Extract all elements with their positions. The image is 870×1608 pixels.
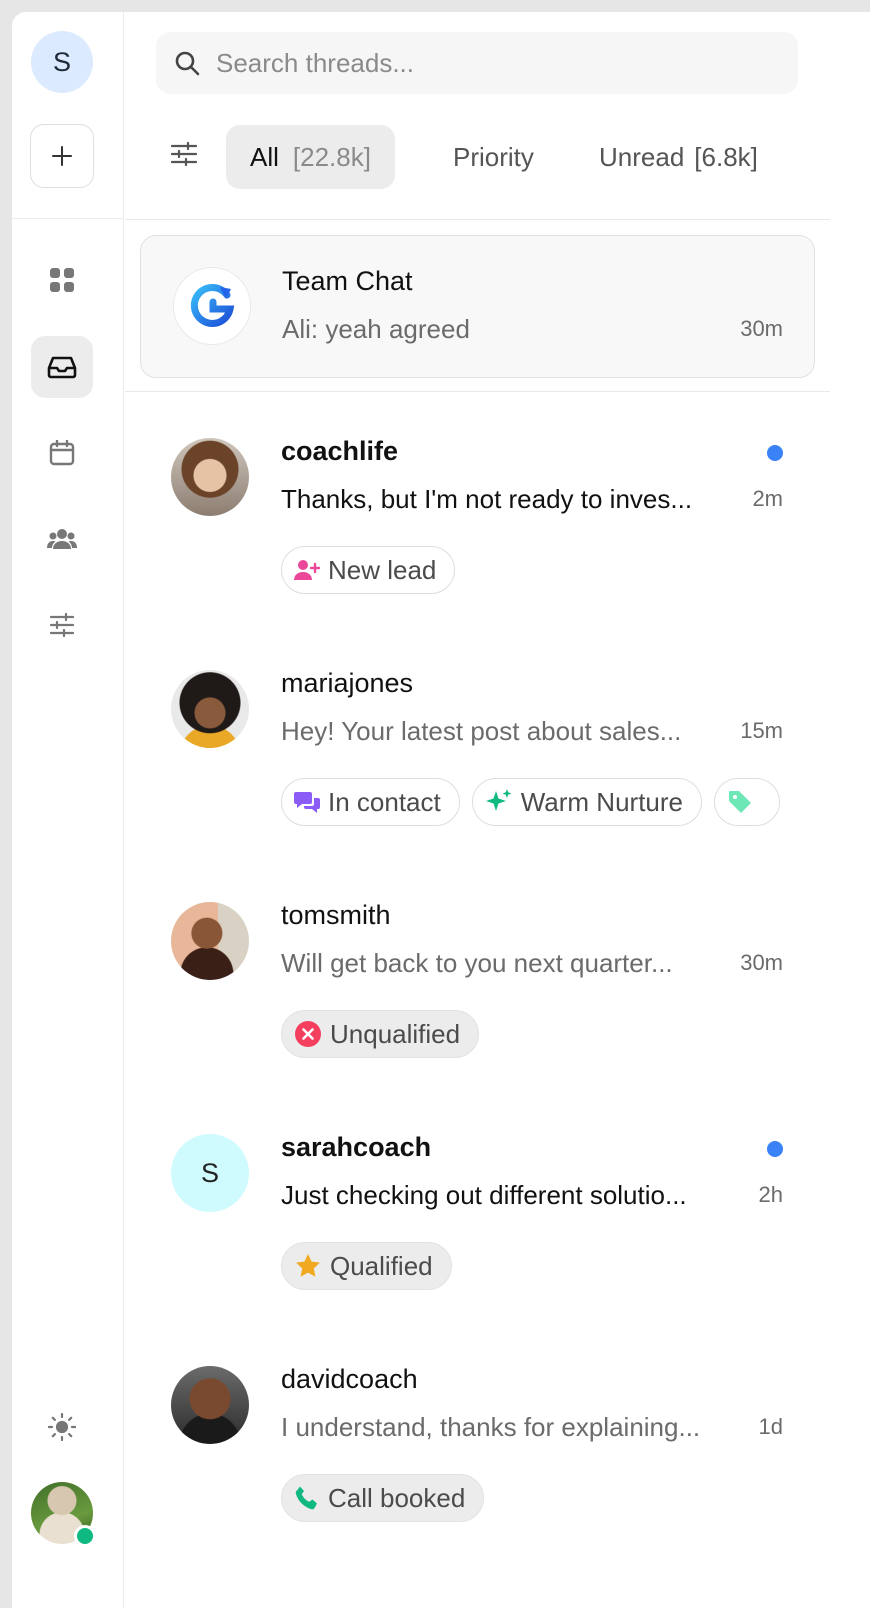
thread-name: mariajones bbox=[281, 668, 414, 698]
unread-dot bbox=[767, 445, 783, 461]
tag-unqualified[interactable]: Unqualified bbox=[281, 1010, 480, 1058]
thread-list-panel: All [22.8k] Priority Unread [6.8k] Team … bbox=[125, 12, 870, 1608]
rail-divider bbox=[12, 218, 124, 219]
thread-time: 1d bbox=[758, 1414, 783, 1439]
thread-name: coachlife bbox=[281, 436, 399, 466]
thread-name: davidcoach bbox=[281, 1364, 418, 1394]
workspace-avatar[interactable]: S bbox=[31, 31, 93, 93]
tag-warm-nurture[interactable]: Warm Nurture bbox=[471, 778, 703, 826]
search-icon bbox=[175, 51, 200, 76]
tag-label: Unqualified bbox=[330, 1018, 461, 1049]
chat-bubbles-icon bbox=[294, 792, 320, 813]
tab-unread-count: [6.8k] bbox=[694, 141, 758, 172]
thread-row[interactable]: mariajones Hey! Your latest post about s… bbox=[125, 624, 830, 856]
grid-icon bbox=[50, 268, 74, 292]
thread-time: 2m bbox=[752, 486, 783, 511]
inbox-icon bbox=[47, 356, 77, 379]
tab-unread[interactable]: Unread [6.8k] bbox=[575, 125, 782, 189]
tag-in-contact[interactable]: In contact bbox=[281, 778, 460, 826]
thread-preview: Thanks, but I'm not ready to inves... bbox=[281, 484, 693, 514]
tag-label: New lead bbox=[328, 554, 437, 585]
thread-time: 2h bbox=[758, 1182, 783, 1207]
tab-all-label: All bbox=[250, 141, 279, 172]
thread-name: sarahcoach bbox=[281, 1132, 432, 1162]
phone-icon bbox=[295, 1486, 317, 1510]
tag-qualified[interactable]: Qualified bbox=[281, 1242, 452, 1290]
user-avatar[interactable] bbox=[31, 1482, 96, 1547]
app-window: S Search threads... All [22.8k] Priority… bbox=[12, 12, 870, 1608]
thread-preview: I understand, thanks for explaining... bbox=[281, 1412, 701, 1442]
g-logo-icon bbox=[190, 283, 235, 327]
thread-time: 30m bbox=[740, 950, 783, 975]
tag-label: In contact bbox=[328, 786, 441, 817]
thread-row[interactable]: coachlife Thanks, but I'm not ready to i… bbox=[125, 392, 830, 624]
online-status-indicator bbox=[74, 1525, 96, 1547]
tag-list: Qualified bbox=[281, 1242, 783, 1292]
filter-sliders-icon bbox=[170, 141, 198, 167]
thread-time: 15m bbox=[740, 718, 783, 743]
thread-preview: Hey! Your latest post about sales... bbox=[281, 716, 682, 746]
team-chat-name: Team Chat bbox=[282, 266, 413, 296]
tag-list: New lead bbox=[281, 546, 783, 596]
thread-preview: Just checking out different solutio... bbox=[281, 1180, 687, 1210]
team-chat-last-message: Ali: yeah agreed bbox=[282, 314, 470, 344]
tag-label: Warm Nurture bbox=[520, 786, 684, 817]
x-circle-icon bbox=[295, 1021, 321, 1047]
settings-button[interactable] bbox=[31, 594, 93, 656]
inbox-button[interactable] bbox=[31, 336, 93, 398]
tag-list: Unqualified bbox=[281, 1010, 783, 1060]
thread-row[interactable]: S sarahcoach Just checking out different… bbox=[125, 1088, 830, 1320]
tabs-divider bbox=[125, 219, 830, 220]
filter-button[interactable] bbox=[170, 140, 204, 174]
sparkles-icon bbox=[485, 789, 512, 811]
tag-new-lead[interactable]: New lead bbox=[281, 546, 456, 594]
tab-all-count: [22.8k] bbox=[292, 141, 371, 172]
tab-all[interactable]: All [22.8k] bbox=[226, 125, 395, 189]
search-input[interactable] bbox=[216, 47, 776, 79]
avatar bbox=[171, 902, 249, 980]
calendar-button[interactable] bbox=[31, 422, 93, 484]
team-chat-card[interactable]: Team Chat Ali: yeah agreed 30m bbox=[140, 235, 815, 378]
thread-row[interactable]: davidcoach I understand, thanks for expl… bbox=[125, 1320, 830, 1552]
tag-label: Call booked bbox=[328, 1482, 466, 1513]
user-plus-icon bbox=[294, 560, 320, 580]
team-chat-logo bbox=[173, 267, 251, 345]
avatar bbox=[171, 438, 249, 516]
tag-icon bbox=[729, 791, 752, 813]
tag-more[interactable] bbox=[714, 778, 781, 826]
people-icon bbox=[47, 529, 77, 549]
left-rail: S bbox=[12, 12, 124, 1608]
thread-row[interactable]: tomsmith Will get back to you next quart… bbox=[125, 856, 830, 1088]
contacts-button[interactable] bbox=[31, 508, 93, 570]
star-icon bbox=[296, 1254, 320, 1277]
sun-icon bbox=[48, 1413, 76, 1441]
sliders-icon bbox=[49, 612, 75, 638]
new-thread-button[interactable] bbox=[30, 124, 94, 188]
tab-priority[interactable]: Priority bbox=[429, 125, 558, 189]
tag-label: Qualified bbox=[330, 1250, 433, 1281]
unread-dot bbox=[767, 1141, 783, 1157]
tab-unread-label: Unread bbox=[599, 141, 685, 172]
search-bar[interactable] bbox=[156, 32, 798, 94]
plus-icon bbox=[52, 146, 72, 166]
avatar: S bbox=[171, 1134, 249, 1212]
calendar-icon bbox=[49, 440, 75, 466]
team-chat-time: 30m bbox=[740, 316, 783, 341]
thread-name: tomsmith bbox=[281, 900, 391, 930]
avatar bbox=[171, 670, 249, 748]
tab-priority-label: Priority bbox=[453, 141, 534, 172]
tag-list: In contact Warm Nurture bbox=[281, 778, 783, 828]
avatar bbox=[171, 1366, 249, 1444]
dashboard-button[interactable] bbox=[31, 249, 93, 311]
thread-preview: Will get back to you next quarter... bbox=[281, 948, 673, 978]
theme-toggle-button[interactable] bbox=[31, 1396, 93, 1458]
tag-list: Call booked bbox=[281, 1474, 783, 1524]
tag-call-booked[interactable]: Call booked bbox=[281, 1474, 485, 1522]
